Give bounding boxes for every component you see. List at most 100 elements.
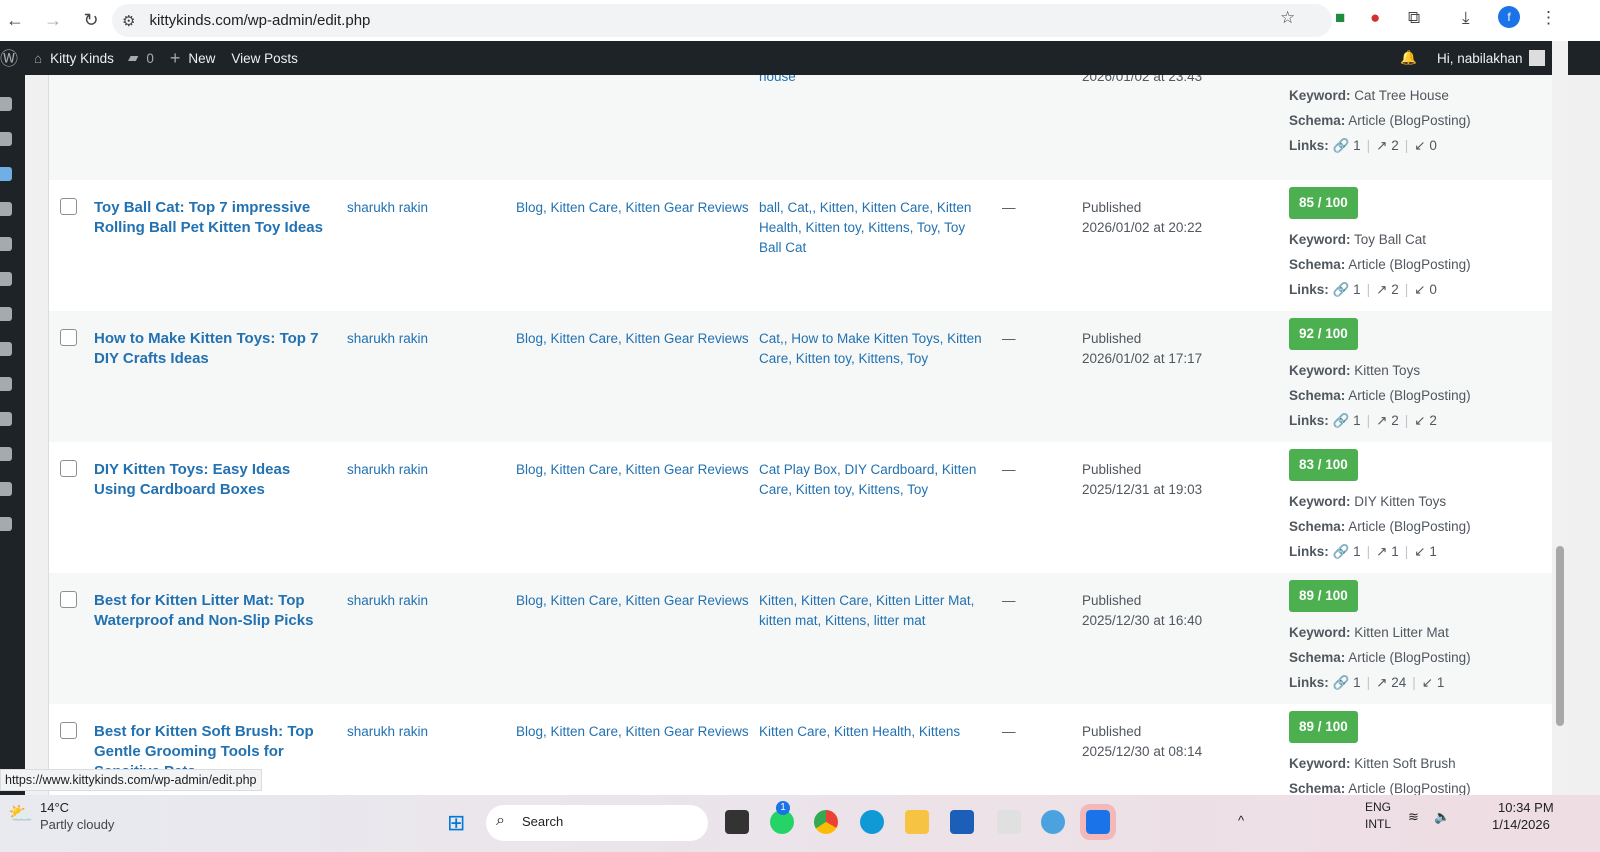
keyword-line: Keyword: Kitten Litter Mat [1289,620,1471,645]
clock-time[interactable]: 10:34 PM [1498,800,1554,815]
external-link-icon: ↗ [1376,282,1387,297]
post-title-link[interactable]: DIY Kitten Toys: Easy Ideas Using Cardbo… [94,460,324,500]
pages-icon[interactable] [0,237,12,251]
clock-date[interactable]: 1/14/2026 [1492,817,1550,832]
tags-links[interactable]: ball, Cat,, Kitten, Kitten Care, Kitten … [759,198,989,258]
download-icon[interactable]: ⤓ [1462,8,1470,28]
keyword-value: Kitten Soft Brush [1354,756,1455,771]
edge-icon[interactable] [860,810,884,834]
row-checkbox[interactable] [60,329,77,346]
seo-score-badge[interactable]: 89 / 100 [1289,580,1358,612]
chevron-up-icon[interactable]: ^ [1238,813,1244,828]
post-title-link[interactable]: Best for Kitten Litter Mat: Top Waterpro… [94,591,324,631]
comment-icon[interactable]: ▰ [128,50,138,66]
seo-score-badge[interactable]: 89 / 100 [1289,711,1358,743]
row-checkbox[interactable] [60,460,77,477]
app-icon[interactable] [725,810,749,834]
play-icon[interactable] [0,517,12,531]
menu-icon[interactable]: ⋮ [1540,8,1557,28]
media-icon[interactable] [0,202,12,216]
dashboard-icon[interactable] [0,97,12,111]
volume-icon[interactable]: 🔈 [1434,809,1450,825]
comments-count: — [1002,329,1016,349]
categories-links[interactable]: Blog, Kitten Care, Kitten Gear Reviews [516,329,749,349]
activity-icon[interactable] [0,132,12,146]
categories-links[interactable]: Blog, Kitten Care, Kitten Gear Reviews [516,460,749,480]
schema-value: Article (BlogPosting) [1348,781,1470,795]
language-label[interactable]: ENG [1365,800,1391,814]
seo-score-badge[interactable]: 83 / 100 [1289,449,1358,481]
row-checkbox[interactable] [60,722,77,739]
taskbar-search[interactable]: Search [486,805,708,841]
active-app-icon[interactable] [1086,810,1110,834]
author-link[interactable]: sharukh rakin [347,460,428,480]
greeting-link[interactable]: Hi, nabilakhan [1437,51,1523,66]
wifi-icon[interactable]: ≋ [1408,809,1419,825]
reload-icon[interactable]: ↻ [76,10,106,31]
keyword-value: Kitten Toys [1354,363,1420,378]
store-icon[interactable] [950,810,974,834]
categories-links[interactable]: Blog, Kitten Care, Kitten Gear Reviews [516,722,749,742]
view-posts-link[interactable]: View Posts [231,51,298,66]
author-link[interactable]: sharukh rakin [347,722,428,742]
keyword-line: Keyword: Kitten Soft Brush [1289,751,1471,776]
notification-bell-icon[interactable]: 🔔 [1400,50,1417,66]
file-explorer-icon[interactable] [905,810,929,834]
scrollbar-thumb[interactable] [1556,546,1564,726]
chrome-icon[interactable] [814,810,838,834]
posts-table: Ideas for Feline Fun Care, Kitten Health… [48,75,1553,795]
row-checkbox[interactable] [60,198,77,215]
site-settings-icon[interactable]: ⚙ [122,12,135,30]
comments-count: — [1002,591,1016,611]
extension-icon[interactable]: ■ [1335,8,1345,28]
bookmark-star-icon[interactable]: ☆ [1280,8,1295,28]
posts-icon[interactable] [0,167,12,181]
forward-icon[interactable]: → [38,10,68,31]
weather-desc[interactable]: Partly cloudy [40,817,114,832]
categories-links[interactable]: Blog, Kitten Care, Kitten Gear Reviews [516,198,749,218]
post-date: 2025/12/31 at 19:03 [1082,480,1202,500]
windows-start-icon[interactable]: ⊞ [447,810,465,836]
categories-links[interactable]: Blog, Kitten Care, Kitten Gear Reviews [516,591,749,611]
tags-links[interactable]: Kitten, Kitten Care, Kitten Litter Mat, … [759,591,989,631]
schema-label: Schema: [1289,781,1345,795]
user-avatar[interactable] [1529,50,1545,66]
analytics-icon[interactable] [0,377,12,391]
snipping-tool-icon[interactable] [997,810,1021,834]
folder-icon[interactable] [0,307,12,321]
external-links-count: 2 [1391,282,1399,297]
row-checkbox[interactable] [60,591,77,608]
users-icon[interactable] [0,412,12,426]
post-title-link[interactable]: How to Make Kitten Toys: Top 7 DIY Craft… [94,329,324,369]
post-title-link[interactable]: Toy Ball Cat: Top 7 impressive Rolling B… [94,198,324,238]
profile-avatar[interactable]: f [1498,6,1520,28]
back-icon[interactable]: ← [0,10,30,31]
tags-links[interactable]: Cat Play Box, DIY Cardboard, Kitten Care… [759,460,989,500]
comment-count[interactable]: 0 [146,51,154,66]
new-link[interactable]: New [188,51,215,66]
author-link[interactable]: sharukh rakin [347,329,428,349]
seo-icon[interactable] [0,482,12,496]
wordpress-logo-icon[interactable]: Ⓦ [0,45,18,71]
tags-links[interactable]: Cat,, How to Make Kitten Toys, Kitten Ca… [759,329,989,369]
grid-icon[interactable] [0,342,12,356]
author-link[interactable]: sharukh rakin [347,591,428,611]
seo-score-badge[interactable]: 92 / 100 [1289,318,1358,350]
tools-icon[interactable] [0,447,12,461]
keyword-label: Keyword: [1289,88,1351,103]
address-bar[interactable]: ⚙kittykinds.com/wp-admin/edit.php [112,4,1332,37]
site-name-link[interactable]: Kitty Kinds [50,51,114,66]
tags-links[interactable]: Care, Kitten Health, Kittens, tree house [759,75,989,87]
weather-icon[interactable]: ⛅ [8,801,33,826]
tags-links[interactable]: Kitten Care, Kitten Health, Kittens [759,722,989,742]
author-link[interactable]: sharukh rakin [347,198,428,218]
temperature[interactable]: 14°C [40,800,69,815]
app-icon[interactable] [1041,810,1065,834]
extension-icon[interactable]: ● [1370,8,1380,28]
seo-score-badge[interactable]: 85 / 100 [1289,187,1358,219]
links-line: Links: 🔗 1|↗ 2|↙ 2 [1289,408,1471,433]
language-sub[interactable]: INTL [1365,817,1391,831]
extensions-puzzle-icon[interactable]: ⧉ [1408,8,1420,28]
comments-icon[interactable] [0,272,12,286]
scrollbar[interactable] [1552,41,1568,795]
